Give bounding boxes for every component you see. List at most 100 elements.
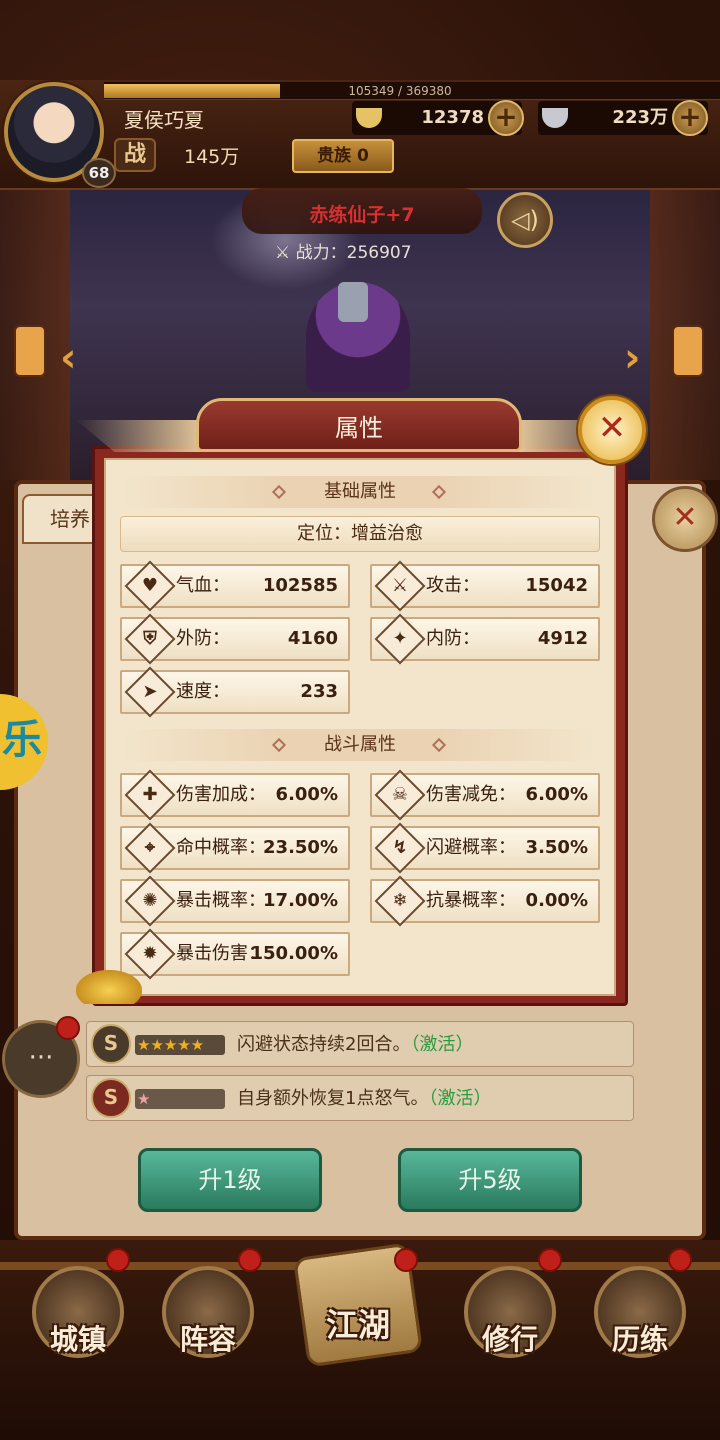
prev-hero-arrow-icon[interactable]: ‹ — [60, 335, 76, 381]
crossed-swords-icon: ⚔ — [275, 243, 291, 263]
stat-glyph: ➤ — [142, 681, 158, 702]
stat-glyph: ✺ — [142, 890, 158, 911]
nav-town-label: 城镇 — [49, 1323, 106, 1356]
basic-attributes-header: 基础属性 — [120, 476, 600, 508]
stat-value: 4160 — [287, 628, 338, 649]
close-icon: ✕ — [597, 408, 627, 448]
hero-power-label: 战力： — [295, 243, 347, 263]
combat-attributes-header: 战斗属性 — [120, 729, 600, 761]
modal-close-button[interactable]: ✕ — [578, 396, 646, 464]
stat-label: 伤害加成： — [176, 784, 266, 805]
stat-dodge-rate: ↯ 闪避概率： 3.50% — [370, 822, 600, 874]
stat-value: 150.00% — [250, 943, 339, 964]
notification-dot — [56, 1016, 80, 1040]
add-silver-button[interactable]: + — [672, 100, 708, 136]
stat-value: 6.00% — [275, 784, 338, 805]
stat-attack: ⚔ 攻击： 15042 — [370, 560, 600, 612]
add-gold-button[interactable]: + — [488, 100, 524, 136]
next-hero-arrow-icon[interactable]: › — [624, 335, 640, 381]
gold-pile-decoration — [76, 970, 142, 1004]
stat-glyph: ♥ — [141, 575, 159, 596]
speaker-icon: ◁) — [511, 206, 539, 234]
section-title: 战斗属性 — [324, 734, 396, 755]
notification-dot — [238, 1248, 262, 1272]
role-bar: 定位：增益治愈 — [120, 516, 600, 552]
player-name: 夏侯巧夏 — [124, 108, 204, 132]
stat-glyph: ⛨ — [143, 628, 157, 649]
stat-glyph: ✦ — [392, 628, 408, 649]
nav-jianghu-label: 江湖 — [325, 1306, 390, 1344]
stat-value: 0.00% — [525, 890, 588, 911]
stat-value: 102585 — [262, 575, 338, 596]
stat-glyph: ⚔ — [391, 575, 409, 596]
stat-hit-rate: ⌖ 命中概率： 23.50% — [120, 822, 350, 874]
hero-hairpin — [338, 282, 368, 322]
battle-power-icon: 战 — [114, 138, 156, 172]
stat-glyph: ✚ — [142, 784, 158, 805]
stat-label: 速度： — [176, 681, 230, 702]
notification-dot — [668, 1248, 692, 1272]
stat-value: 6.00% — [525, 784, 588, 805]
stat-glyph: ⌖ — [144, 837, 156, 858]
voice-button[interactable]: ◁) — [497, 192, 553, 248]
skill-description: 自身额外恢复1点怒气。（激活） — [237, 1076, 491, 1122]
modal-title: 属性 — [335, 414, 383, 442]
skill-text: 闪避状态持续2回合。 — [237, 1034, 411, 1055]
lantern-icon — [672, 325, 704, 377]
game-screen: 105349 / 369380 68 夏侯巧夏 12378 + 223万 + 战… — [0, 0, 720, 1440]
skill-icon: S — [91, 1078, 131, 1118]
exp-text: 105349 / 369380 — [348, 84, 452, 98]
stat-crit-damage: ✹ 暴击伤害： 150.00% — [120, 928, 350, 980]
panel-close-button[interactable]: ✕ — [652, 486, 718, 552]
stat-label: 内防： — [426, 628, 480, 649]
skill-stars: ★★★★★ — [135, 1035, 225, 1055]
nav-training-label: 历练 — [611, 1323, 668, 1356]
battle-power-value: 145万 — [184, 146, 240, 168]
stat-inner-defense: ✦ 内防： 4912 — [370, 613, 600, 665]
stat-crit-rate: ✺ 暴击概率： 17.00% — [120, 875, 350, 927]
notification-dot — [106, 1248, 130, 1272]
stat-value: 15042 — [525, 575, 588, 596]
section-title: 基础属性 — [324, 481, 396, 502]
hero-power-value: 256907 — [346, 243, 412, 263]
stat-damage-bonus: ✚ 伤害加成： 6.00% — [120, 769, 350, 821]
role-value: 增益治愈 — [351, 523, 423, 544]
stat-glyph: ❄ — [392, 890, 408, 911]
level-up-5-button[interactable]: 升5级 — [398, 1148, 582, 1212]
stat-label: 攻击： — [426, 575, 480, 596]
stat-label: 外防： — [176, 628, 230, 649]
skill-activated-label: （激活） — [428, 1088, 492, 1109]
stat-speed: ➤ 速度： 233 — [120, 666, 350, 718]
skill-activated-label: （激活） — [410, 1034, 474, 1055]
stat-label: 伤害减免： — [426, 784, 516, 805]
hero-power: ⚔ 战力：256907 — [275, 238, 412, 263]
role-label: 定位： — [297, 523, 351, 544]
stat-glyph: ✹ — [142, 943, 158, 964]
stat-glyph: ↯ — [392, 837, 408, 858]
stat-label: 暴击概率： — [176, 890, 266, 911]
nav-lineup-label: 阵容 — [179, 1323, 236, 1356]
noble-badge[interactable]: 贵族 0 — [292, 139, 394, 173]
stat-value: 3.50% — [525, 837, 588, 858]
level-up-1-button[interactable]: 升1级 — [138, 1148, 322, 1212]
stat-value: 17.00% — [263, 890, 338, 911]
skill-text: 自身额外恢复1点怒气。 — [237, 1088, 429, 1109]
player-level-badge: 68 — [82, 158, 116, 188]
stat-glyph: ☠ — [391, 784, 409, 805]
stat-outer-defense: ⛨ 外防： 4160 — [120, 613, 350, 665]
stat-label: 气血： — [176, 575, 230, 596]
notification-dot — [394, 1248, 418, 1272]
stat-damage-reduction: ☠ 伤害减免： 6.00% — [370, 769, 600, 821]
close-icon: ✕ — [672, 500, 698, 535]
skill-row: S ★★★★★ 闪避状态持续2回合。（激活） — [86, 1021, 634, 1067]
skill-stars: ★ — [135, 1089, 225, 1109]
stat-value: 4912 — [537, 628, 588, 649]
hero-name: 赤练仙子+7 — [309, 204, 415, 226]
stat-label: 闪避概率： — [426, 837, 516, 858]
chat-bubble-icon: ··· — [28, 1043, 54, 1073]
stat-value: 23.50% — [263, 837, 338, 858]
skill-description: 闪避状态持续2回合。（激活） — [237, 1022, 473, 1068]
stat-value: 233 — [300, 681, 338, 702]
exp-bar-fill — [104, 84, 280, 98]
lantern-icon — [14, 325, 46, 377]
